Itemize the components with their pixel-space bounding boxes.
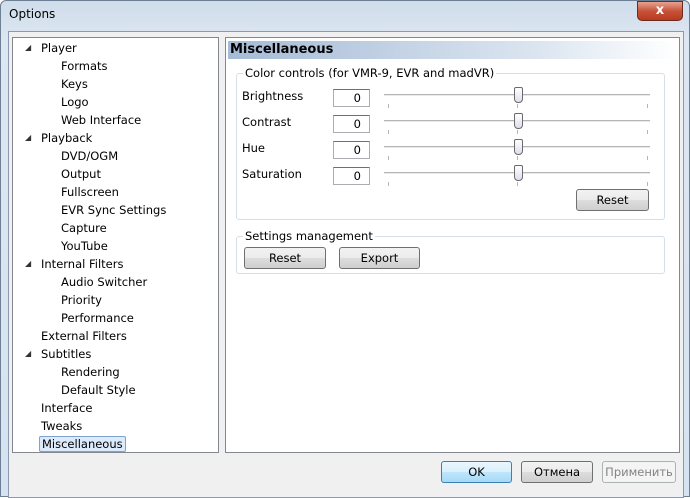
color-reset-button[interactable]: Reset [576, 189, 649, 211]
tree-item-label: EVR Sync Settings [61, 203, 167, 217]
tree-item-label: Rendering [61, 365, 120, 379]
color-value-input[interactable]: 0 [333, 115, 370, 133]
export-button[interactable]: Export [339, 247, 420, 269]
group-label: Color controls (for VMR-9, EVR and madVR… [243, 66, 497, 80]
tree-item[interactable]: DVD/OGM [59, 147, 120, 165]
tree-item-label: Web Interface [61, 113, 142, 127]
slider-tick [647, 104, 648, 108]
tree-item-label: DVD/OGM [61, 149, 119, 163]
color-slider-thumb[interactable] [513, 165, 523, 181]
slider-tick [647, 156, 648, 160]
color-row-label: Saturation [242, 167, 302, 181]
tree-item-label: Miscellaneous [39, 436, 126, 452]
tree-item[interactable]: ◢ Player [25, 39, 79, 57]
color-row-label: Hue [242, 141, 266, 155]
slider-tick [388, 182, 389, 186]
tree-item-label: Player [41, 41, 77, 55]
slider-tick [517, 130, 518, 134]
tree-item-label: Performance [61, 311, 134, 325]
cancel-button[interactable]: Отмена [521, 461, 593, 483]
tree-item[interactable]: ◢ Internal Filters [25, 255, 125, 273]
tree-item[interactable]: Formats [59, 57, 110, 75]
ok-button[interactable]: OK [441, 461, 512, 483]
tree-item[interactable]: Output [59, 165, 103, 183]
page-title: Miscellaneous [228, 41, 677, 59]
tree-item-label: Audio Switcher [61, 275, 148, 289]
color-slider-thumb[interactable] [513, 87, 523, 103]
tree-item[interactable]: EVR Sync Settings [59, 201, 168, 219]
slider-tick [388, 156, 389, 160]
color-value-input[interactable]: 0 [333, 167, 370, 185]
tree-item-label: Fullscreen [61, 185, 119, 199]
tree-item[interactable]: Audio Switcher [59, 273, 149, 291]
tree-item-label: Formats [61, 59, 108, 73]
tree-item-label: Keys [61, 77, 88, 91]
tree-item[interactable]: ◢ Playback [25, 129, 94, 147]
tree-item[interactable]: Keys [59, 75, 90, 93]
expand-arrow-icon[interactable]: ◢ [25, 129, 31, 147]
tree-item[interactable]: Fullscreen [59, 183, 121, 201]
tree-item-label: Subtitles [41, 347, 92, 361]
slider-tick [647, 130, 648, 134]
tree-item-label: External Filters [41, 329, 127, 343]
tree-item[interactable]: Logo [59, 93, 91, 111]
tree-item-label: Interface [41, 401, 93, 415]
color-row-label: Brightness [242, 89, 304, 103]
tree-item[interactable]: Web Interface [59, 111, 143, 129]
color-row-label: Contrast [242, 115, 292, 129]
slider-tick [388, 104, 389, 108]
expand-arrow-icon[interactable]: ◢ [25, 39, 31, 57]
tree-item-label: Tweaks [41, 419, 83, 433]
slider-tick [517, 182, 518, 186]
close-button[interactable]: x [637, 1, 683, 21]
color-slider-thumb[interactable] [513, 139, 523, 155]
apply-button[interactable]: Применить [602, 461, 676, 483]
group-label: Settings management [243, 229, 375, 243]
tree-item-label: Capture [61, 221, 107, 235]
tree-item-label: YouTube [61, 239, 108, 253]
slider-tick [517, 104, 518, 108]
tree-item[interactable]: Interface [39, 399, 95, 417]
window-title: Options [9, 7, 56, 21]
slider-tick [517, 156, 518, 160]
tree-item-label: Logo [61, 95, 89, 109]
tree-item-label: Default Style [61, 383, 136, 397]
tree-item-label: Playback [41, 131, 93, 145]
color-slider-thumb[interactable] [513, 113, 523, 129]
slider-tick [647, 182, 648, 186]
color-value-input[interactable]: 0 [333, 89, 370, 107]
tree-item-label: Priority [61, 293, 102, 307]
tree-item[interactable]: Tweaks [39, 417, 84, 435]
options-tree[interactable]: ◢ Player Formats Keys Logo Web Interface ◢ Play… [12, 37, 219, 453]
tree-item[interactable]: Default Style [59, 381, 138, 399]
expand-arrow-icon[interactable]: ◢ [25, 255, 31, 273]
settings-reset-button[interactable]: Reset [244, 247, 326, 269]
color-value-input[interactable]: 0 [333, 141, 370, 159]
tree-item[interactable]: Rendering [59, 363, 122, 381]
slider-tick [388, 130, 389, 134]
tree-item[interactable]: Performance [59, 309, 136, 327]
tree-item-label: Output [61, 167, 101, 181]
tree-item[interactable]: ◢ Subtitles [25, 345, 93, 363]
tree-item[interactable]: External Filters [39, 327, 129, 345]
tree-item[interactable]: Capture [59, 219, 109, 237]
tree-item[interactable]: Miscellaneous [39, 435, 126, 453]
tree-item[interactable]: Priority [59, 291, 104, 309]
tree-item-label: Internal Filters [41, 257, 124, 271]
expand-arrow-icon[interactable]: ◢ [25, 345, 31, 363]
tree-item[interactable]: YouTube [59, 237, 110, 255]
